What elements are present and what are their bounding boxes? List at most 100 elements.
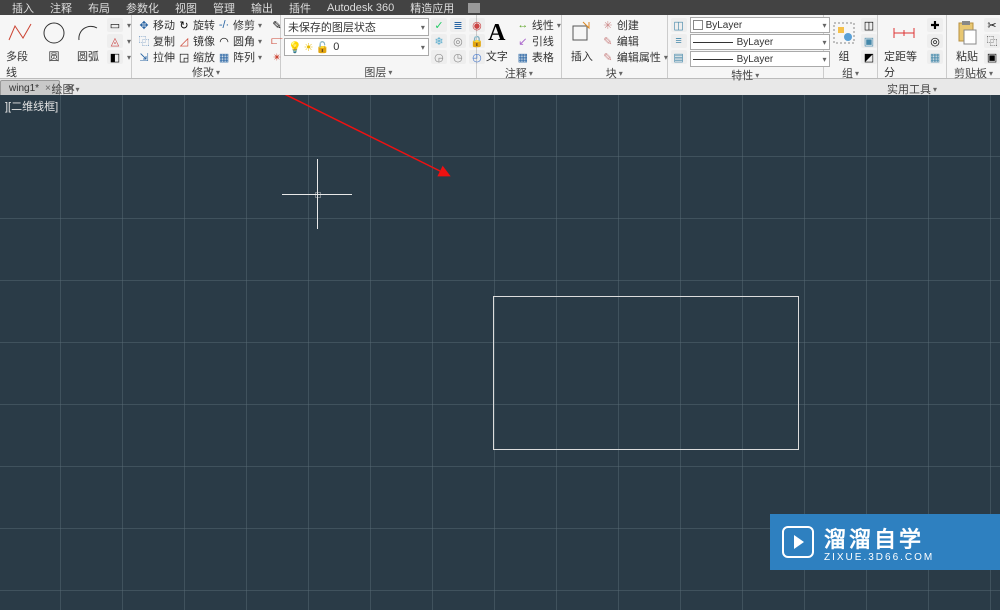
util-1-icon[interactable]: ✚ [927, 18, 943, 32]
clip-extra-icon[interactable]: ▣ [984, 50, 1000, 64]
group-edit-icon[interactable]: ▣ [861, 34, 877, 48]
layer-freeze-icon[interactable]: ❄ [431, 34, 447, 48]
copy-icon[interactable]: ⿻ [137, 34, 151, 48]
menu-item-insert[interactable]: 插入 [4, 0, 42, 16]
lineweight-select[interactable]: ByLayer▾ [690, 34, 830, 50]
panel-group-title: 组 [842, 65, 853, 81]
copy-clip-icon[interactable]: ⿻ [984, 34, 1000, 48]
panel-layers: 未保存的图层状态 ▾ 💡 ☀ 🔓 0 ▾ ✓ ≣ ◉ [281, 15, 477, 78]
tool-stretch-label: 拉伸 [153, 49, 175, 65]
color-value: ByLayer [706, 20, 743, 31]
tool-text[interactable]: A 文字 [480, 17, 514, 66]
ribbon: 多段线 圆 圆弧 ▭▾ ◬▾ ◧▾ 绘图▾ [0, 15, 1000, 79]
fillet-icon[interactable]: ◠ [217, 34, 231, 48]
circle-icon [40, 19, 68, 47]
ungroup-icon[interactable]: ◫ [861, 18, 877, 32]
layer-match-icon[interactable]: ≣ [450, 18, 466, 32]
panel-draw: 多段线 圆 圆弧 ▭▾ ◬▾ ◧▾ 绘图▾ [0, 15, 132, 78]
mirror-icon[interactable]: ◿ [177, 34, 191, 48]
tool-arc[interactable]: 圆弧 [71, 17, 105, 66]
layer-colors-icon[interactable]: ▤ [671, 50, 687, 64]
layer-off-icon[interactable]: ◎ [450, 34, 466, 48]
table-label: 表格 [532, 49, 554, 65]
util-2-icon[interactable]: ◎ [927, 34, 943, 48]
tool-trim-label: 修剪 [233, 17, 255, 33]
block-attr-icon[interactable]: ✎ [601, 50, 615, 64]
group-manager-icon[interactable]: ◩ [861, 50, 877, 64]
tool-insert-block[interactable]: 插入 [565, 17, 599, 66]
tool-circle[interactable]: 圆 [37, 17, 71, 66]
array-icon[interactable]: ▦ [217, 50, 231, 64]
tool-group[interactable]: 组 [827, 17, 861, 66]
linetype-select[interactable]: ByLayer▾ [690, 51, 830, 67]
menu-item-a360[interactable]: Autodesk 360 [319, 2, 402, 14]
menu-item-view[interactable]: 视图 [167, 0, 205, 16]
tool-fillet-label: 圆角 [233, 33, 255, 49]
trim-icon[interactable]: -/· [217, 18, 231, 32]
color-select[interactable]: ByLayer▾ [690, 17, 830, 33]
panel-modify: ✥移动 ↻旋转 -/·修剪▾ ✎ ⿻复制 ◿镜像 ◠圆角▾ ⫍ ⇲拉伸 ◲缩放 … [132, 15, 281, 78]
tool-arc-label: 圆弧 [77, 48, 99, 64]
leader-icon[interactable]: ↙ [516, 34, 530, 48]
menu-item-parametric[interactable]: 参数化 [118, 0, 167, 16]
panel-props-title: 特性 [731, 67, 753, 83]
hatch-icon[interactable]: ◬ [107, 34, 123, 48]
tool-paste[interactable]: 粘贴 [950, 17, 984, 66]
linear-dim-icon[interactable]: ↔ [516, 18, 530, 32]
rectangle-entity[interactable] [493, 296, 799, 450]
panel-annotate: A 文字 ↔线性▾ ↙引线 ▦表格 注释▾ [477, 15, 562, 78]
lock-icon: 🔓 [316, 41, 330, 54]
scale-icon[interactable]: ◲ [177, 50, 191, 64]
rotate-icon[interactable]: ↻ [177, 18, 191, 32]
menu-item-manage[interactable]: 管理 [205, 0, 243, 16]
menu-item-layout[interactable]: 布局 [80, 0, 118, 16]
linear-dim-label: 线性 [532, 17, 554, 33]
tool-polyline-label: 多段线 [6, 48, 34, 80]
menu-bar: 插入 注释 布局 参数化 视图 管理 输出 插件 Autodesk 360 精造… [0, 0, 1000, 15]
stretch-icon[interactable]: ⇲ [137, 50, 151, 64]
layer-state-select[interactable]: 未保存的图层状态 ▾ [284, 18, 429, 36]
block-create-icon[interactable]: ✳ [601, 18, 615, 32]
ribbon-toggle-icon[interactable] [468, 3, 480, 13]
paste-icon [953, 19, 981, 47]
calc-icon[interactable]: ▦ [927, 50, 943, 64]
tool-measure[interactable]: 定距等分 [881, 17, 927, 82]
visual-style-label[interactable]: ][二维线框] [2, 97, 61, 115]
menu-item-apps[interactable]: 精造应用 [402, 0, 462, 16]
panel-block-title: 块 [606, 65, 617, 81]
region-icon[interactable]: ◧ [107, 50, 123, 64]
panel-modify-title: 修改 [192, 64, 214, 80]
menu-item-annotate[interactable]: 注释 [42, 0, 80, 16]
drawing-canvas[interactable]: ][二维线框] 溜溜自学 ZIXUE.3D66.COM [0, 95, 1000, 610]
panel-props: ◫ ≡ ▤ ByLayer▾ ByLayer▾ ByLayer▾ 特性▾ [668, 15, 824, 78]
watermark-title: 溜溜自学 [824, 522, 934, 554]
block-edit-label: 编辑 [617, 33, 639, 49]
move-icon[interactable]: ✥ [137, 18, 151, 32]
watermark-badge: 溜溜自学 ZIXUE.3D66.COM [770, 514, 1000, 570]
panel-clipboard: 粘贴 ✂ ⿻ ▣ 剪贴板▾ [947, 15, 1000, 78]
menu-item-plugins[interactable]: 插件 [281, 0, 319, 16]
watermark-url: ZIXUE.3D66.COM [824, 552, 934, 563]
cut-icon[interactable]: ✂ [984, 18, 1000, 32]
tool-circle-label: 圆 [49, 48, 60, 64]
layer-current-select[interactable]: 💡 ☀ 🔓 0 ▾ [284, 38, 429, 56]
leader-label: 引线 [532, 33, 554, 49]
layer-make-current-icon[interactable]: ✓ [431, 18, 447, 32]
layer-walk-icon[interactable]: ◷ [450, 50, 466, 64]
menu-item-output[interactable]: 输出 [243, 0, 281, 16]
table-icon[interactable]: ▦ [516, 50, 530, 64]
tool-move-label: 移动 [153, 17, 175, 33]
block-edit-icon[interactable]: ✎ [601, 34, 615, 48]
layer-prev-icon[interactable]: ◶ [431, 50, 447, 64]
panel-group: 组 ◫ ▣ ◩ 组▾ [824, 15, 878, 78]
tool-polyline[interactable]: 多段线 [3, 17, 37, 82]
bulb-icon: 💡 [288, 41, 302, 54]
props-palette-icon[interactable]: ≡ [671, 34, 687, 48]
rect-icon[interactable]: ▭ [107, 18, 123, 32]
polyline-icon [6, 19, 34, 47]
measure-label: 定距等分 [884, 48, 924, 80]
tool-rotate-label: 旋转 [193, 17, 215, 33]
panel-layers-title: 图层 [364, 64, 386, 80]
match-props-icon[interactable]: ◫ [671, 18, 687, 32]
measure-icon [890, 19, 918, 47]
